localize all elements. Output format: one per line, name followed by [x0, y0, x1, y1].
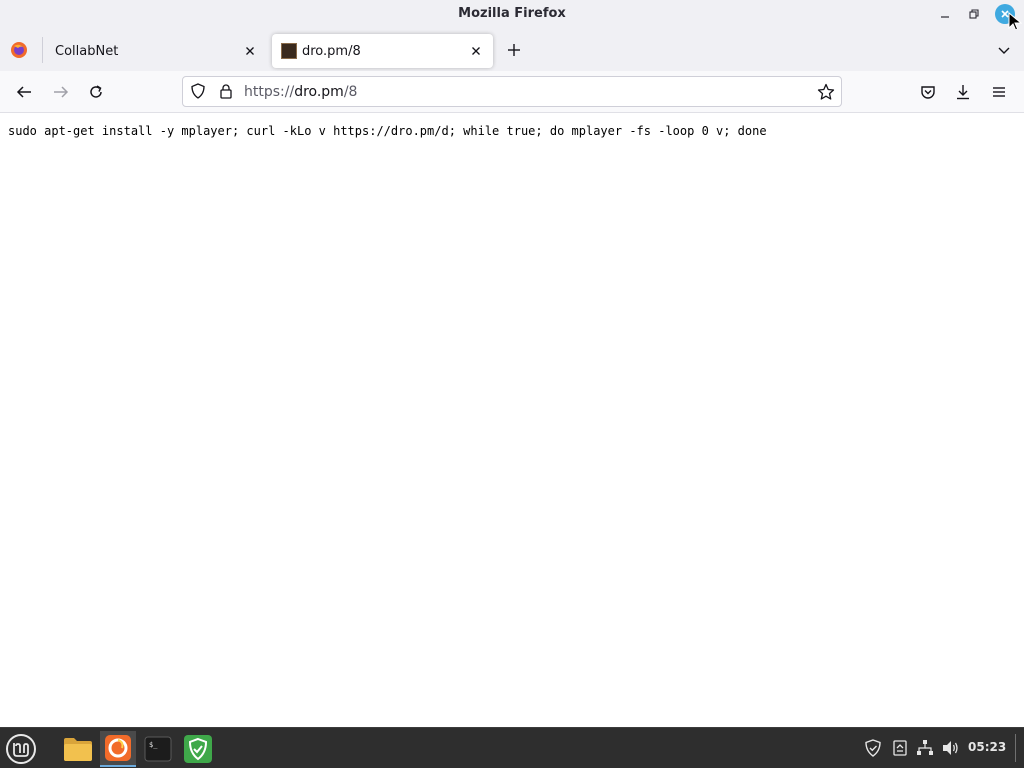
url-host: dro.pm	[294, 84, 344, 100]
tray-volume-button[interactable]	[942, 739, 960, 757]
plus-icon	[508, 44, 520, 56]
tab-label: CollabNet	[55, 43, 119, 59]
tab-strip: CollabNet dro.pm/8	[0, 29, 1024, 71]
taskbar-update-manager-button[interactable]	[180, 731, 216, 767]
firefox-icon	[105, 735, 131, 761]
taskbar-firefox-button[interactable]	[100, 731, 136, 767]
tab-separator	[42, 37, 43, 63]
tray-updates-button[interactable]	[891, 739, 909, 757]
url-bar[interactable]: https://dro.pm/8	[182, 76, 842, 107]
network-icon	[917, 740, 933, 755]
chevron-down-icon	[998, 47, 1010, 54]
shield-check-icon	[865, 739, 881, 757]
terminal-icon: $_	[144, 736, 172, 762]
reload-icon	[90, 85, 102, 98]
forward-button[interactable]	[51, 82, 71, 102]
firefox-icon	[11, 42, 27, 58]
shield-icon	[184, 735, 212, 763]
firefox-view-button[interactable]	[8, 39, 30, 61]
url-scheme: https://	[244, 84, 295, 100]
taskbar-terminal-button[interactable]: $_	[140, 731, 176, 767]
back-arrow-icon	[16, 86, 31, 98]
pocket-button[interactable]	[918, 82, 938, 102]
back-button[interactable]	[14, 82, 34, 102]
svg-text:$_: $_	[149, 741, 158, 749]
show-desktop-button[interactable]	[1015, 734, 1016, 762]
lock-icon	[220, 84, 232, 99]
window-titlebar: Mozilla Firefox	[0, 0, 1024, 29]
app-menu-button[interactable]	[989, 82, 1009, 102]
minimize-button[interactable]	[936, 5, 954, 23]
reload-button[interactable]	[86, 82, 106, 102]
taskbar-clock[interactable]: 05:23	[968, 740, 1006, 754]
hamburger-menu-icon	[993, 87, 1005, 97]
window-title: Mozilla Firefox	[458, 6, 566, 21]
page-text: sudo apt-get install -y mplayer; curl -k…	[8, 124, 767, 138]
minimize-icon	[941, 16, 949, 18]
list-all-tabs-button[interactable]	[995, 41, 1013, 59]
tray-security-button[interactable]	[864, 739, 882, 757]
url-path: /8	[343, 84, 358, 100]
url-text[interactable]: https://dro.pm/8	[244, 84, 357, 100]
close-tab-button[interactable]	[242, 43, 258, 59]
downloads-button[interactable]	[953, 82, 973, 102]
site-identity-button[interactable]	[218, 83, 234, 103]
tab-collabnet[interactable]: CollabNet	[45, 34, 267, 68]
mint-menu-icon	[6, 734, 36, 764]
tray-network-button[interactable]	[916, 739, 934, 757]
pocket-icon	[921, 86, 935, 99]
close-icon	[246, 47, 254, 55]
bookmark-button[interactable]	[817, 83, 835, 105]
mint-menu-button[interactable]	[3, 731, 39, 767]
volume-icon	[943, 741, 958, 755]
restore-button[interactable]	[965, 5, 983, 23]
close-tab-button[interactable]	[468, 43, 484, 59]
tracking-protection-button[interactable]	[190, 83, 206, 103]
shield-icon	[191, 83, 205, 99]
navigation-toolbar: https://dro.pm/8	[0, 71, 1024, 113]
star-icon	[817, 83, 835, 100]
clipboard-icon	[893, 740, 907, 756]
download-icon	[957, 85, 969, 100]
site-favicon-icon	[281, 43, 297, 59]
tab-dro-pm[interactable]: dro.pm/8	[272, 34, 493, 68]
forward-arrow-icon	[54, 86, 69, 98]
close-icon	[472, 47, 480, 55]
restore-icon	[969, 9, 979, 19]
folder-icon	[64, 738, 92, 761]
tab-label: dro.pm/8	[302, 43, 361, 59]
taskbar-files-button[interactable]	[60, 731, 96, 767]
taskbar: $_ 05:23	[0, 727, 1024, 768]
page-content: sudo apt-get install -y mplayer; curl -k…	[0, 113, 1024, 727]
new-tab-button[interactable]	[505, 41, 523, 59]
